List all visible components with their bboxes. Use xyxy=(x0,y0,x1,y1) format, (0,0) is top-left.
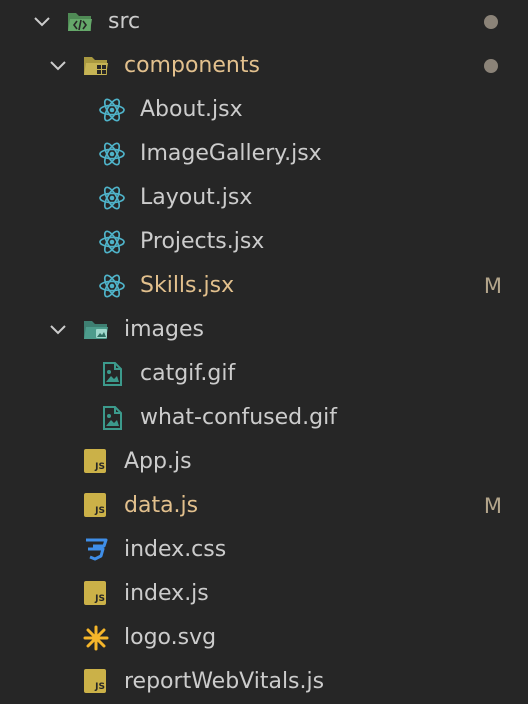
tree-file-projects[interactable]: Projects.jsx xyxy=(0,220,528,264)
tree-label: reportWebVitals.js xyxy=(124,669,325,694)
tree-label: src xyxy=(108,9,141,34)
tree-label: Skills.jsx xyxy=(140,273,235,298)
git-status-badge: M xyxy=(483,274,502,298)
tree-file-index-css[interactable]: index.css xyxy=(0,528,528,572)
tree-file-reportwebvitals-js[interactable]: JS reportWebVitals.js xyxy=(0,660,528,704)
tree-label: what-confused.gif xyxy=(140,405,337,430)
tree-file-about[interactable]: About.jsx xyxy=(0,88,528,132)
chevron-down-icon[interactable] xyxy=(30,10,54,34)
folder-images-open-icon xyxy=(84,321,108,339)
tree-folder-src[interactable]: src xyxy=(0,0,528,44)
tree-label: ImageGallery.jsx xyxy=(140,141,322,166)
tree-label: About.jsx xyxy=(140,97,243,122)
tree-label: catgif.gif xyxy=(140,361,236,386)
tree-file-app-js[interactable]: JS App.js xyxy=(0,440,528,484)
tree-label: App.js xyxy=(124,449,192,474)
react-icon xyxy=(99,142,125,166)
svg-file-icon xyxy=(83,625,109,651)
js-file-icon: JS xyxy=(84,669,106,693)
folder-src-open-icon xyxy=(68,13,92,31)
tree-file-data-js[interactable]: JS data.js M xyxy=(0,484,528,528)
css-file-icon xyxy=(86,538,108,561)
image-file-icon xyxy=(103,362,122,386)
file-explorer: src components About.jsx ImageGallery.js… xyxy=(0,0,528,704)
js-file-icon: JS xyxy=(84,493,106,517)
react-icon xyxy=(99,186,125,210)
react-icon xyxy=(99,274,125,298)
tree-file-skills[interactable]: Skills.jsx M xyxy=(0,264,528,308)
tree-label: components xyxy=(124,53,260,78)
modified-dot xyxy=(484,59,498,73)
modified-dot xyxy=(484,15,498,29)
tree-file-index-js[interactable]: JS index.js xyxy=(0,572,528,616)
tree-file-what-confused[interactable]: what-confused.gif xyxy=(0,396,528,440)
tree-file-layout[interactable]: Layout.jsx xyxy=(0,176,528,220)
tree-label: Layout.jsx xyxy=(140,185,253,210)
react-icon xyxy=(99,98,125,122)
tree-file-catgif[interactable]: catgif.gif xyxy=(0,352,528,396)
tree-folder-components[interactable]: components xyxy=(0,44,528,88)
tree-label: data.js xyxy=(124,493,199,518)
tree-file-imagegallery[interactable]: ImageGallery.jsx xyxy=(0,132,528,176)
chevron-down-icon[interactable] xyxy=(46,318,70,342)
git-status-badge: M xyxy=(483,494,502,518)
tree-label: index.js xyxy=(124,581,209,606)
js-file-icon: JS xyxy=(84,581,106,605)
image-file-icon xyxy=(103,406,122,430)
tree-folder-images[interactable]: images xyxy=(0,308,528,352)
react-icon xyxy=(99,230,125,254)
folder-components-open-icon xyxy=(84,57,108,75)
js-file-icon: JS xyxy=(84,449,106,473)
tree-label: images xyxy=(124,317,204,342)
chevron-down-icon[interactable] xyxy=(46,54,70,78)
tree-label: Projects.jsx xyxy=(140,229,265,254)
tree-label: index.css xyxy=(124,537,227,562)
tree-label: logo.svg xyxy=(124,625,217,650)
tree-file-logo-svg[interactable]: logo.svg xyxy=(0,616,528,660)
